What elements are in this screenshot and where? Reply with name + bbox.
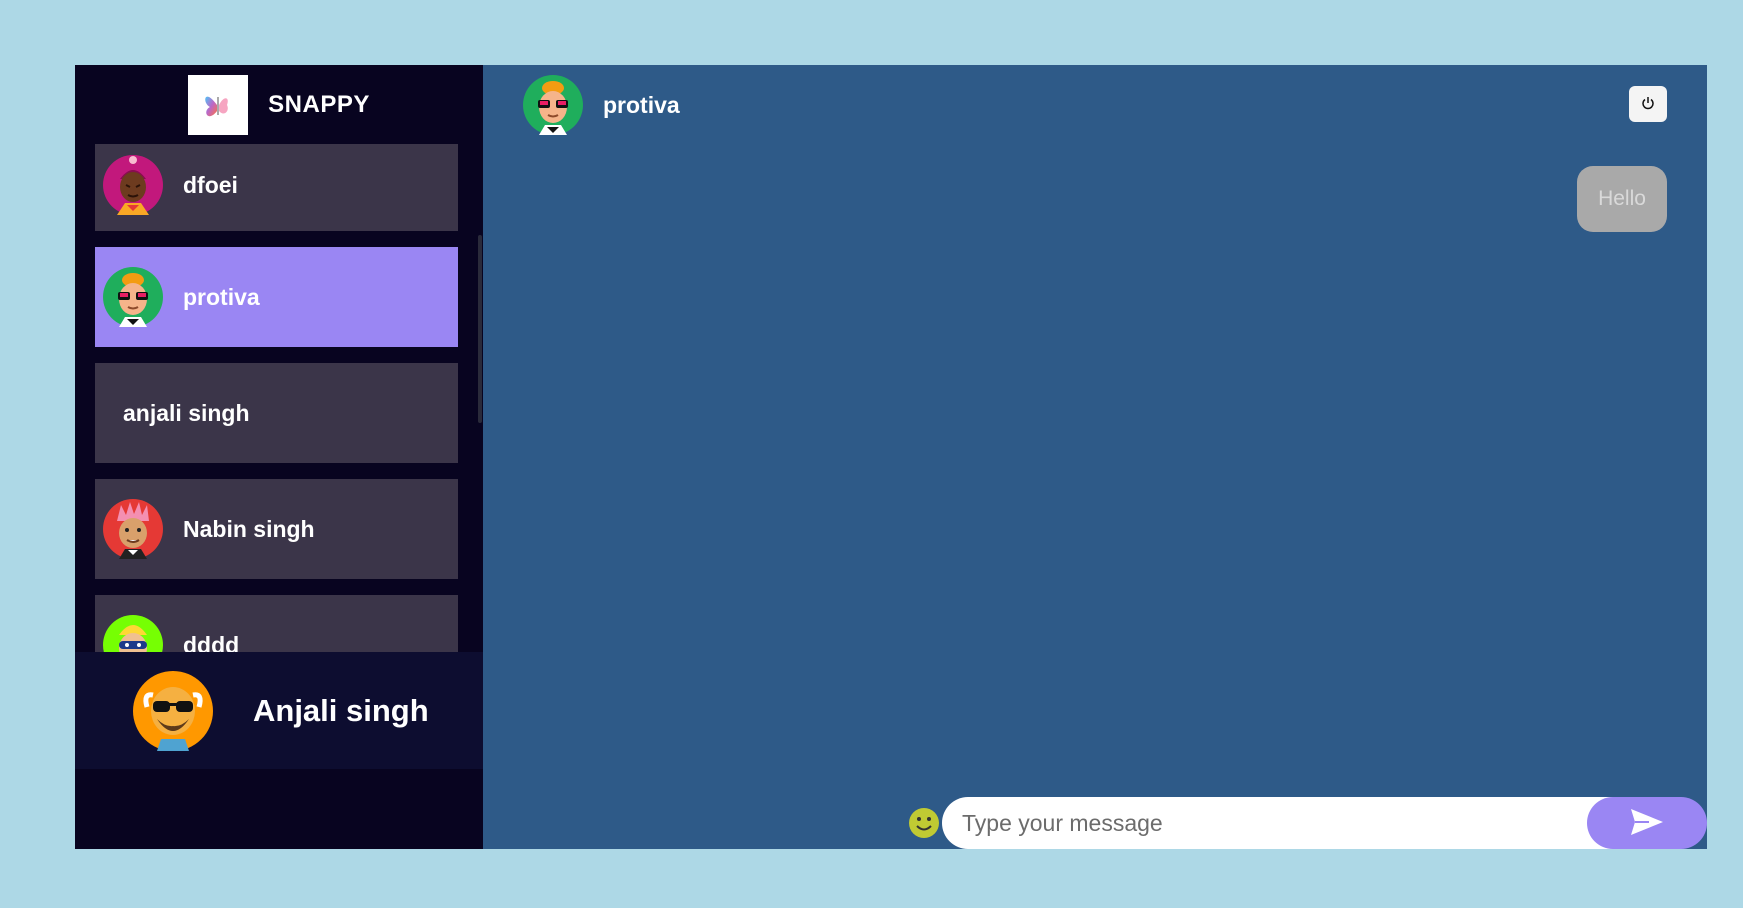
brand-name: SNAPPY — [268, 90, 370, 118]
contacts-sidebar: SNAPPY dfoei protiva anjali singh Nabin … — [75, 65, 483, 849]
contact-item[interactable]: anjali singh — [95, 363, 458, 463]
send-button[interactable] — [1587, 797, 1707, 849]
power-icon — [1641, 96, 1655, 113]
chat-partner-name: protiva — [603, 91, 680, 118]
send-arrow-icon — [1629, 807, 1665, 840]
current-user-panel: Anjali singh — [75, 652, 483, 769]
contact-item-selected[interactable]: protiva — [95, 247, 458, 347]
message-text: Hello — [1598, 187, 1646, 210]
contact-list-scrollbar[interactable] — [478, 235, 482, 423]
contact-item[interactable]: dddd — [95, 595, 458, 652]
contact-name: Nabin singh — [183, 515, 315, 542]
message-composer — [483, 797, 1707, 849]
current-user-name: Anjali singh — [253, 692, 429, 728]
contact-name: dddd — [183, 631, 240, 653]
brand-header: SNAPPY — [75, 65, 483, 144]
message-input[interactable] — [942, 797, 1622, 849]
butterfly-logo-icon — [188, 74, 249, 135]
logout-button[interactable] — [1629, 86, 1667, 122]
contact-list[interactable]: dfoei protiva anjali singh Nabin singh d… — [75, 144, 483, 652]
avatar-green-mask-icon — [103, 615, 163, 652]
contact-name: anjali singh — [123, 399, 250, 426]
chat-panel: protiva Hello — [483, 65, 1707, 849]
smiley-icon[interactable] — [908, 807, 940, 839]
message-bubble-sent: Hello — [1577, 166, 1667, 232]
avatar-green-sunglasses-icon — [103, 267, 163, 327]
contact-name: protiva — [183, 283, 260, 310]
avatar-orange-sunglasses-beard-icon — [133, 670, 213, 751]
avatar-green-sunglasses-icon — [523, 75, 583, 135]
avatar-magenta-beanie-icon — [103, 155, 163, 215]
chat-app: SNAPPY dfoei protiva anjali singh Nabin … — [75, 65, 1707, 849]
contact-name: dfoei — [183, 171, 238, 198]
chat-header: protiva — [483, 65, 1707, 145]
contact-item[interactable]: Nabin singh — [95, 479, 458, 579]
contact-item[interactable]: dfoei — [95, 144, 458, 231]
avatar-red-spiky-hair-icon — [103, 499, 163, 559]
